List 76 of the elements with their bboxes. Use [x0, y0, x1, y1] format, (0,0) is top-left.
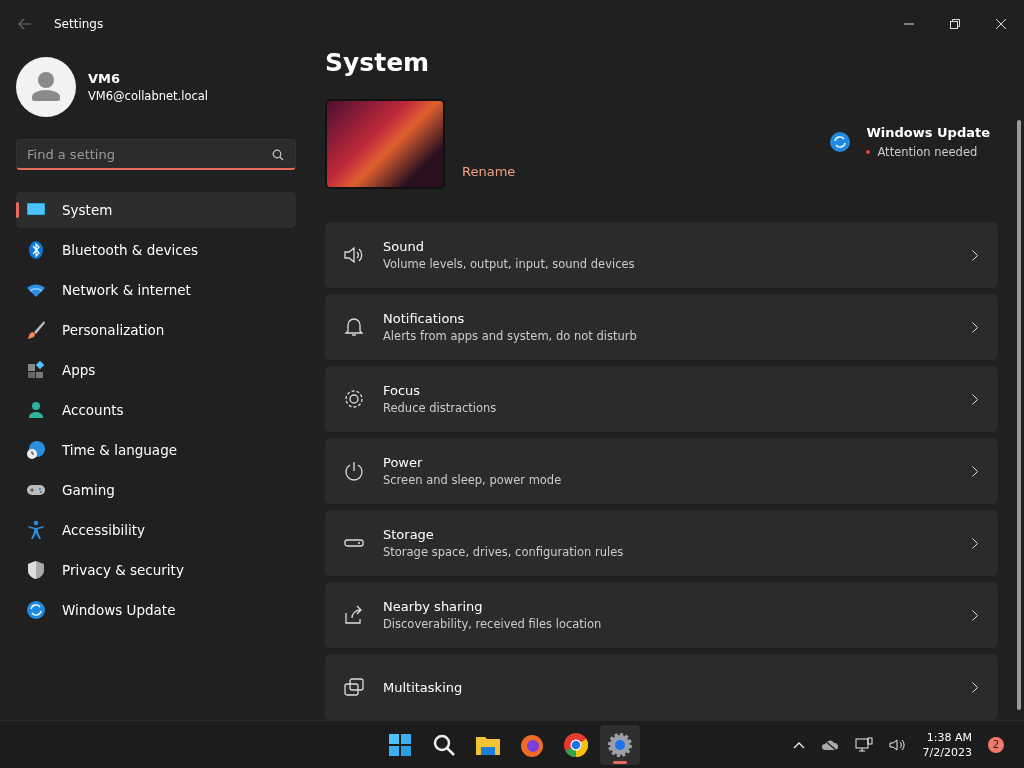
person-icon	[26, 400, 46, 420]
chevron-right-icon	[972, 465, 978, 477]
update-title[interactable]: Windows Update	[866, 125, 990, 140]
alert-dot-icon	[866, 150, 871, 154]
rename-link[interactable]: Rename	[462, 164, 998, 179]
settings-card[interactable]: Multitasking	[325, 654, 998, 720]
settings-card[interactable]: Sound Volume levels, output, input, sound devices	[325, 222, 998, 288]
sidebar-item[interactable]: Accessibility	[16, 512, 296, 548]
settings-card[interactable]: Nearby sharing Discoverability, received files location	[325, 582, 998, 648]
sync-icon[interactable]	[830, 132, 851, 152]
power-icon	[343, 461, 365, 481]
scrollbar[interactable]	[1017, 120, 1021, 710]
bell-icon	[343, 317, 365, 337]
paintbrush-icon	[26, 320, 46, 340]
network-icon[interactable]	[854, 736, 873, 753]
card-title: Multitasking	[383, 679, 464, 695]
card-title: Focus	[383, 383, 422, 398]
sidebar-item[interactable]: System	[16, 192, 296, 228]
settings-card[interactable]: Focus Reduce distractions	[325, 366, 998, 432]
sidebar-item[interactable]: Bluetooth & devices	[16, 232, 296, 268]
taskbar-app[interactable]	[600, 724, 640, 765]
restore-icon[interactable]	[950, 18, 960, 29]
window-title: Settings	[54, 17, 104, 31]
card-title: Storage	[383, 527, 435, 542]
cloud-off-icon[interactable]	[820, 737, 839, 752]
focus-icon	[343, 389, 365, 409]
account-email: VM6@collabnet.local	[88, 89, 209, 103]
windows-icon	[343, 677, 365, 697]
settings-card[interactable]: Power Screen and sleep, power mode	[325, 438, 998, 504]
sidebar-item[interactable]: Time & language	[16, 432, 296, 468]
sidebar-item[interactable]: Windows Update	[16, 592, 296, 628]
card-subtitle: Storage space, drives, configuration rules	[383, 545, 625, 559]
settings-card[interactable]: Storage Storage space, drives, configuration rules	[325, 510, 998, 576]
sidebar-item[interactable]: Privacy & security	[16, 552, 296, 588]
chevron-right-icon	[972, 537, 978, 549]
accessibility-icon	[26, 520, 46, 540]
sidebar-item[interactable]: Personalization	[16, 312, 296, 348]
start-icon	[387, 731, 413, 758]
bluetooth-icon	[26, 240, 46, 260]
card-title: Notifications	[383, 311, 466, 326]
sidebar-item[interactable]: Accounts	[16, 392, 296, 428]
card-title: Nearby sharing	[383, 599, 484, 614]
avatar-icon	[16, 57, 76, 117]
back-arrow-icon[interactable]	[18, 18, 32, 30]
apps-icon	[26, 360, 46, 380]
sidebar-item[interactable]: Gaming	[16, 472, 296, 508]
card-subtitle: Screen and sleep, power mode	[383, 473, 563, 487]
update-status: Attention needed	[877, 145, 978, 159]
clock[interactable]: 1:38 AM 7/2/2023	[922, 730, 972, 759]
account-name: VM6	[88, 71, 122, 86]
sidebar-item[interactable]: Network & internet	[16, 272, 296, 308]
notification-badge[interactable]: 2	[988, 736, 1004, 753]
page-title: System	[325, 47, 431, 79]
card-subtitle: Alerts from apps and system, do not disturb	[383, 329, 638, 343]
card-subtitle: Volume levels, output, input, sound devices	[383, 257, 636, 271]
chevron-right-icon	[972, 321, 978, 333]
chevron-right-icon	[972, 393, 978, 405]
close-icon[interactable]	[996, 18, 1006, 29]
card-subtitle: Reduce distractions	[383, 401, 498, 415]
search-field[interactable]: Find a setting	[16, 139, 296, 170]
shield-icon	[26, 560, 46, 580]
card-title: Sound	[383, 239, 425, 254]
chevron-right-icon	[972, 681, 978, 693]
sidebar-item[interactable]: Apps	[16, 352, 296, 388]
search-icon	[272, 149, 284, 161]
chevron-right-icon	[972, 249, 978, 261]
settings-card[interactable]: Notifications Alerts from apps and system, do not disturb	[325, 294, 998, 360]
chevron-up-icon[interactable]	[792, 740, 805, 749]
gear-icon	[607, 731, 633, 758]
card-title: Power	[383, 455, 424, 470]
globe-clock-icon	[26, 440, 46, 460]
speaker-icon[interactable]	[888, 737, 907, 752]
speaker-icon	[343, 245, 365, 265]
sync-icon	[26, 600, 46, 620]
card-subtitle: Discoverability, received files location	[383, 617, 603, 631]
chevron-right-icon	[972, 609, 978, 621]
